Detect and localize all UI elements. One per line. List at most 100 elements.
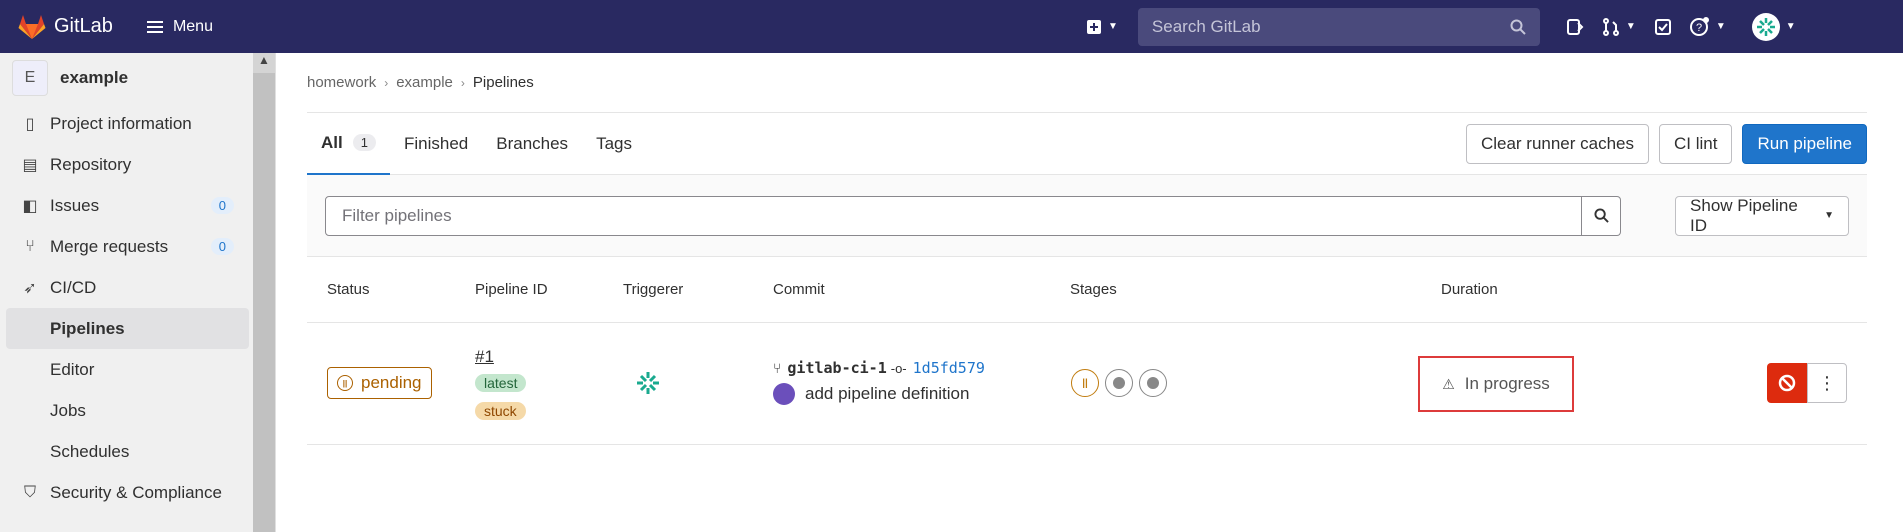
chevron-down-icon: ▼ — [1785, 21, 1796, 32]
column-header-stages: Stages — [1070, 281, 1117, 298]
user-menu-button[interactable]: ▼ — [1751, 12, 1796, 41]
commit-message-link[interactable]: add pipeline definition — [805, 384, 969, 404]
sidebar-item-project-information[interactable]: ▯ Project information — [0, 103, 250, 144]
tab-finished[interactable]: Finished — [390, 113, 482, 175]
pause-circle-icon: || — [337, 375, 353, 391]
search-placeholder: Search GitLab — [1151, 16, 1261, 36]
sidebar-item-cicd[interactable]: ➶ CI/CD — [0, 267, 250, 308]
pipeline-id-link[interactable]: #1 — [475, 347, 494, 367]
sidebar-subitem-pipelines[interactable]: Pipelines — [6, 308, 249, 349]
doc-icon: ▤ — [22, 156, 38, 174]
create-new-button[interactable]: ▼ — [1086, 19, 1118, 35]
pipeline-tabs-row: All 1 Finished Branches Tags Clear runne… — [307, 113, 1867, 175]
menu-label: Menu — [172, 17, 213, 35]
status-badge[interactable]: || pending — [327, 367, 432, 399]
gitlab-logo[interactable]: GitLab — [18, 14, 113, 40]
breadcrumb-current[interactable]: Pipelines — [473, 74, 534, 91]
tab-tags[interactable]: Tags — [582, 113, 646, 175]
stage-created-icon[interactable] — [1105, 369, 1133, 397]
sidebar-project-header[interactable]: E example — [0, 53, 275, 103]
kebab-icon: ⋮ — [1818, 372, 1836, 393]
more-actions-button[interactable]: ⋮ — [1807, 363, 1847, 403]
duration-cell: ⚠ In progress — [1418, 356, 1574, 412]
user-avatar-icon — [637, 372, 659, 394]
merge-request-icon — [1602, 17, 1619, 36]
latest-badge: latest — [475, 374, 527, 392]
plus-square-icon — [1087, 19, 1101, 34]
show-pipeline-id-dropdown[interactable]: Show Pipeline ID ▼ — [1675, 195, 1849, 236]
cancel-icon — [1778, 374, 1796, 392]
pipeline-actions: Clear runner caches CI lint Run pipeline — [1465, 123, 1867, 164]
ci-lint-button[interactable]: CI lint — [1659, 123, 1733, 164]
count-badge: 0 — [210, 238, 234, 255]
breadcrumb-link[interactable]: example — [396, 74, 453, 91]
commit-icon: -o- — [890, 360, 907, 376]
status-label: pending — [361, 373, 422, 392]
sidebar-item-label: CI/CD — [50, 277, 97, 297]
shield-icon: ⛉ — [23, 483, 36, 501]
top-navbar: GitLab Menu ▼ Search GitLab ▼ ? ▼ ▼ — [0, 0, 1903, 53]
sidebar: E example ▯ Project information ▤ Reposi… — [0, 53, 276, 532]
author-avatar[interactable] — [773, 383, 795, 405]
sidebar-item-security[interactable]: ⛉ Security & Compliance — [0, 472, 250, 513]
scrollbar-thumb[interactable] — [253, 73, 275, 532]
sidebar-item-label: Merge requests — [50, 236, 169, 256]
merge-requests-shortcut-button[interactable]: ▼ — [1602, 17, 1636, 36]
info-icon: ▯ — [25, 115, 35, 133]
chevron-right-icon: › — [384, 75, 389, 90]
clear-runner-caches-button[interactable]: Clear runner caches — [1465, 123, 1650, 164]
issues-shortcut-button[interactable] — [1566, 18, 1584, 36]
filter-pipelines-input[interactable]: Filter pipelines — [325, 195, 1582, 236]
sidebar-item-issues[interactable]: ◧ Issues 0 — [0, 185, 250, 226]
tab-count-badge: 1 — [352, 134, 376, 151]
filter-row: Filter pipelines Show Pipeline ID ▼ — [307, 175, 1867, 257]
main-content: homework › example › Pipelines All 1 Fin… — [307, 53, 1867, 445]
user-avatar-icon — [1751, 12, 1780, 41]
warning-icon: ⚠ — [1442, 375, 1455, 392]
sidebar-subitem-jobs[interactable]: Jobs — [0, 390, 250, 431]
cancel-pipeline-button[interactable] — [1767, 363, 1807, 403]
help-button[interactable]: ? ▼ — [1689, 16, 1726, 37]
sidebar-scrollbar[interactable]: ▲ — [253, 53, 275, 532]
sidebar-item-merge-requests[interactable]: ⑂ Merge requests 0 — [0, 226, 250, 267]
search-input[interactable]: Search GitLab — [1137, 7, 1540, 46]
count-badge: 0 — [210, 197, 234, 214]
column-header-status: Status — [327, 281, 370, 298]
logo-text: GitLab — [54, 15, 113, 37]
svg-text:?: ? — [1696, 22, 1702, 34]
sidebar-subitem-editor[interactable]: Editor — [0, 349, 250, 390]
search-icon — [1593, 208, 1609, 223]
tab-all[interactable]: All 1 — [307, 113, 390, 175]
sidebar-item-repository[interactable]: ▤ Repository — [0, 144, 250, 185]
chevron-down-icon: ▼ — [1715, 21, 1726, 32]
scroll-up-arrow-icon[interactable]: ▲ — [258, 53, 270, 67]
duration-label: In progress — [1464, 374, 1550, 393]
todos-button[interactable] — [1654, 18, 1672, 36]
menu-button[interactable]: Menu — [146, 17, 213, 36]
sidebar-subitem-schedules[interactable]: Schedules — [0, 431, 250, 472]
column-header-commit: Commit — [773, 281, 825, 298]
branch-link[interactable]: gitlab-ci-1 — [787, 359, 886, 377]
breadcrumb-link[interactable]: homework — [307, 74, 376, 91]
column-header-pipeline-id: Pipeline ID — [475, 281, 548, 298]
tab-branches[interactable]: Branches — [482, 113, 582, 175]
chevron-right-icon: › — [460, 75, 465, 90]
stage-created-icon[interactable] — [1139, 369, 1167, 397]
commit-sha-link[interactable]: 1d5fd579 — [913, 359, 985, 377]
project-avatar: E — [12, 60, 48, 96]
chevron-down-icon: ▼ — [1108, 21, 1118, 32]
chevron-down-icon: ▼ — [1824, 210, 1834, 221]
run-pipeline-button[interactable]: Run pipeline — [1742, 123, 1867, 164]
triggerer-avatar[interactable] — [632, 367, 664, 404]
stage-pending-icon[interactable]: || — [1071, 369, 1099, 397]
table-row: || pending #1 latest stuck ⑂ gitlab-ci-1… — [307, 323, 1867, 445]
pipeline-tabs: All 1 Finished Branches Tags — [307, 113, 646, 175]
sidebar-item-label: Security & Compliance — [50, 482, 222, 502]
gitlab-tanuki-icon — [18, 14, 46, 39]
branch-icon: ⑂ — [773, 360, 782, 376]
column-header-triggerer: Triggerer — [623, 281, 684, 298]
sidebar-item-label: Project information — [50, 113, 192, 133]
merge-icon: ⑂ — [25, 237, 35, 255]
filter-search-button[interactable] — [1581, 195, 1622, 236]
commit-info: ⑂ gitlab-ci-1 -o- 1d5fd579 add pipeline … — [773, 359, 985, 405]
